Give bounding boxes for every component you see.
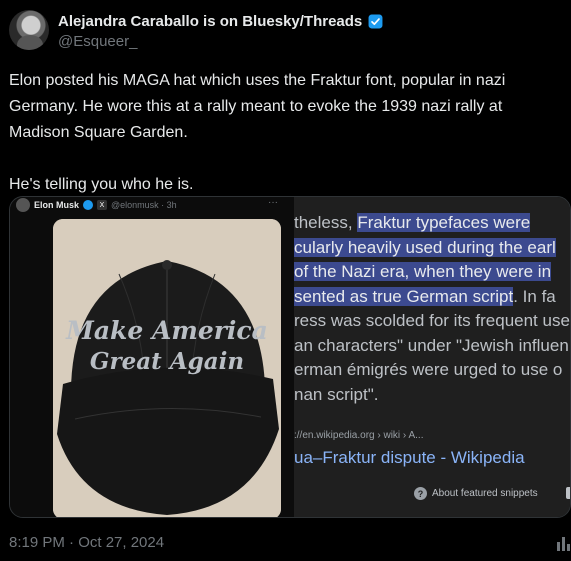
embedded-avatar: [16, 198, 30, 212]
snippet-line: of the Nazi era, when they were in: [294, 262, 552, 281]
wikipedia-link: ua–Fraktur dispute - Wikipedia: [294, 448, 525, 467]
tweet-text: Elon posted his MAGA hat which uses the …: [9, 72, 506, 193]
tweet-media[interactable]: Elon Musk X @elonmusk · 3h ··· Make Amer…: [9, 196, 571, 518]
snippet-line: nan script".: [294, 384, 379, 404]
about-label: About featured snippets: [432, 488, 538, 499]
tweet-header: Alejandra Caraballo is on Bluesky/Thread…: [9, 10, 569, 54]
author-handle[interactable]: @Esqueer_: [58, 33, 137, 50]
snippet-line: sented as true German script. In fa: [294, 286, 556, 306]
snippet-line: an characters" under "Jewish influen: [294, 335, 569, 355]
snippet-line: theless, Fraktur typefaces were: [294, 213, 531, 232]
verified-badge-icon: [368, 14, 383, 29]
embedded-author-name: Elon Musk: [34, 200, 80, 210]
feedback-icon: [566, 487, 570, 499]
embedded-more-icon: ···: [268, 197, 278, 208]
embedded-post-header: Elon Musk X @elonmusk · 3h: [16, 197, 177, 213]
hat-text-line2: Great Again: [90, 348, 244, 375]
about-featured-snippets: ? About featured snippets: [414, 487, 538, 500]
author-name-row[interactable]: Alejandra Caraballo is on Bluesky/Thread…: [58, 13, 384, 30]
avatar[interactable]: [9, 10, 49, 50]
hat-image: Make America Great Again: [53, 219, 281, 517]
x-logo-icon: X: [97, 200, 108, 210]
hat-photo: Make America Great Again: [53, 219, 281, 517]
author-display-name[interactable]: Alejandra Caraballo is on Bluesky/Thread…: [58, 13, 362, 30]
embedded-verified-icon: [83, 200, 94, 210]
embedded-post-screenshot: Elon Musk X @elonmusk · 3h ··· Make Amer…: [10, 197, 294, 517]
snippet-source-url: ://en.wikipedia.org › wiki › A...: [294, 430, 424, 441]
snippet-text: theless, Fraktur typefaces were cularly …: [294, 211, 570, 407]
snippet-line: erman émigrés were urged to use o: [294, 360, 563, 379]
help-icon: ?: [414, 487, 427, 500]
tweet-timestamp[interactable]: 8:19 PM · Oct 27, 2024: [9, 534, 164, 551]
embedded-handle-time: @elonmusk · 3h: [111, 200, 177, 210]
snippet-line: cularly heavily used during the earl: [294, 237, 556, 257]
snippet-line: ress was scolded for its frequent use: [294, 311, 570, 330]
google-snippet-screenshot: theless, Fraktur typefaces were cularly …: [294, 197, 570, 517]
analytics-icon[interactable]: [556, 534, 571, 552]
hat-text-line1: Make America: [65, 316, 268, 345]
